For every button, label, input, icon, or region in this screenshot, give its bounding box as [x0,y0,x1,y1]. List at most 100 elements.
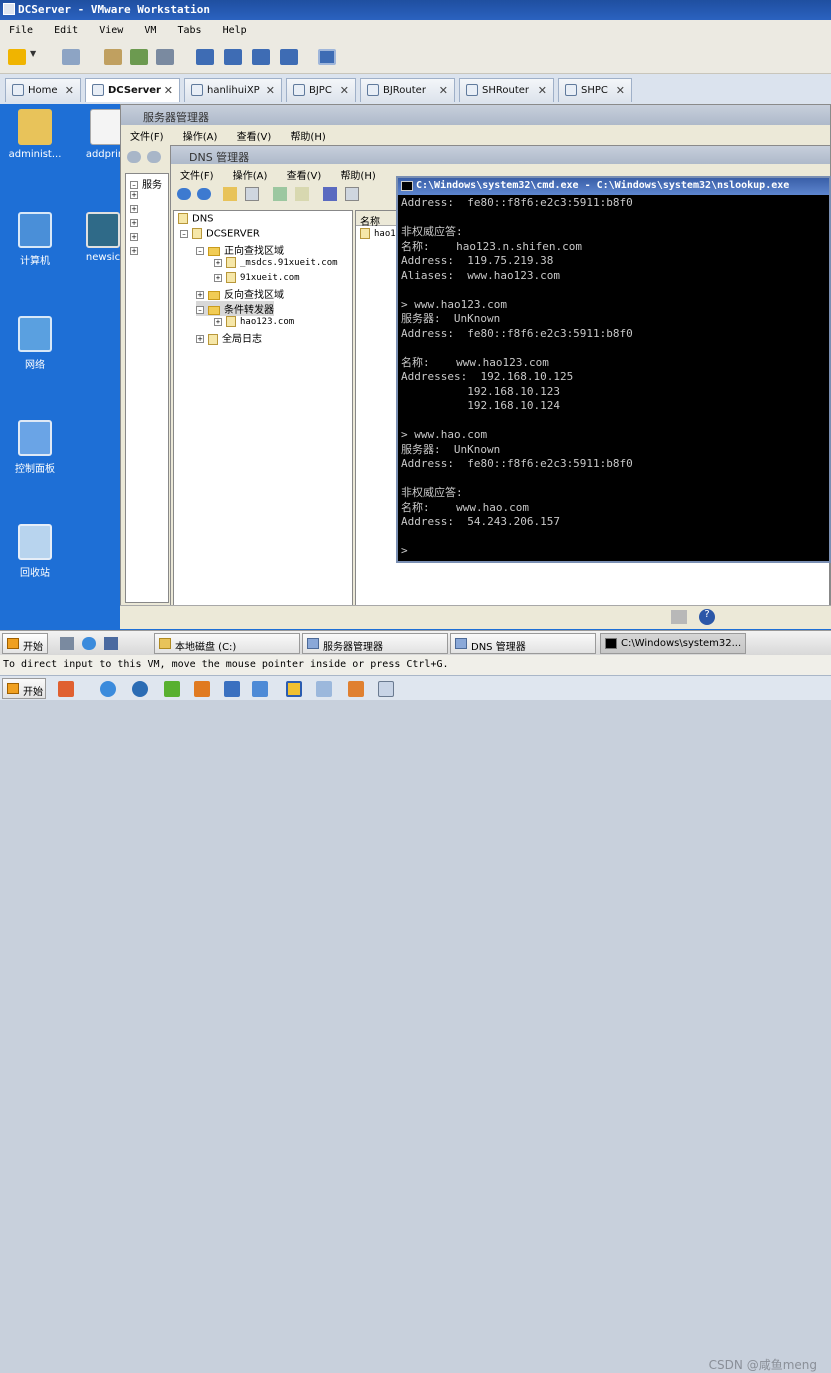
menu-view[interactable]: 查看(V) [278,164,329,182]
app-icon[interactable] [58,681,74,697]
help-icon[interactable] [323,187,337,201]
menu-vm[interactable]: VM [135,20,162,36]
taskbar-button-cmd[interactable]: C:\Windows\system32... [600,633,746,654]
desktop-icon-administrator[interactable]: administ... [0,109,70,160]
log-icon [208,333,218,345]
recycle-bin-icon [18,524,52,560]
tab-home[interactable]: Home ✕ [5,78,81,102]
dns-icon [178,213,188,224]
ie-icon[interactable] [82,637,96,650]
tree-node-dns[interactable]: DNS [192,214,214,225]
help-icon[interactable]: ? [699,609,715,625]
tree-node-forwarder[interactable]: hao123.com [240,317,294,327]
revert-snapshot-icon[interactable] [130,49,148,65]
vmware-icon[interactable] [286,681,302,697]
close-icon[interactable]: ✕ [538,84,547,97]
tree-root-label[interactable]: 服务 [142,180,162,191]
cmd-output[interactable]: Address: fe80::f8f6:e2c3:5911:b8f0 非权威应答… [398,195,829,559]
list-item[interactable]: hao1 [374,229,396,239]
tab-label: Home [28,85,58,96]
snapshot-icon[interactable] [104,49,122,65]
snipping-tool-icon[interactable] [378,681,394,697]
menu-view[interactable]: 查看(V) [228,125,279,143]
menu-help[interactable]: 帮助(H) [281,125,332,143]
refresh-icon[interactable] [273,187,287,201]
close-icon[interactable]: ✕ [340,84,349,97]
menu-file[interactable]: 文件(F) [121,125,171,143]
tree-node-zone[interactable]: _msdcs.91xueit.com [240,258,338,268]
host-start-button[interactable]: 开始 [2,678,46,699]
tab-shpc[interactable]: SHPC ✕ [558,78,632,102]
taskbar-button-local-disk[interactable]: 本地磁盘 (C:) [154,633,300,654]
sidebar-view-icon[interactable] [196,49,214,65]
tab-bjpc[interactable]: BJPC ✕ [286,78,356,102]
vmware-menubar: File Edit View VM Tabs Help [0,20,831,42]
taskbar-button-server-manager[interactable]: 服务器管理器 [302,633,448,654]
menu-tabs[interactable]: Tabs [168,20,207,36]
server-manager-quicklaunch-icon[interactable] [60,637,74,650]
show-desktop-icon[interactable] [104,637,118,650]
tree-node-global-logs[interactable]: 全局日志 [222,334,262,345]
tab-dcserver[interactable]: DCServer ✕ [85,78,180,102]
tree-node-reverse-zones[interactable]: 反向查找区域 [224,290,284,301]
desktop-icon-label: 控制面板 [15,464,55,475]
server-icon [192,228,202,239]
forward-icon[interactable] [147,151,161,163]
back-icon[interactable] [127,151,141,163]
console-view-icon[interactable] [224,49,242,65]
menu-action[interactable]: 操作(A) [224,164,275,182]
vm-icon [565,84,577,96]
close-icon[interactable]: ✕ [439,84,448,97]
back-icon[interactable] [177,188,191,200]
unity-icon[interactable] [280,49,298,65]
window-icon[interactable] [224,681,240,697]
tab-shrouter[interactable]: SHRouter ✕ [459,78,554,102]
menu-edit[interactable]: Edit [45,20,84,36]
desktop-icon-network[interactable]: 网络 [0,316,70,371]
menu-file[interactable]: 文件(F) [171,164,221,182]
menu-file[interactable]: File [0,20,39,36]
tree-node-forward-zones[interactable]: 正向查找区域 [224,246,284,257]
tab-bjrouter[interactable]: BJRouter ✕ [360,78,455,102]
network-icon[interactable] [62,49,80,65]
properties-icon[interactable] [345,187,359,201]
desktop-icon-label: 网络 [25,360,45,371]
tab-hanlihuixp[interactable]: hanlihuiXP ✕ [184,78,282,102]
tool-icon[interactable] [194,681,210,697]
media-player-icon[interactable] [132,681,148,697]
powerpoint-icon[interactable] [348,681,364,697]
desktop-icon-recycle-bin[interactable]: 回收站 [0,524,70,579]
close-icon[interactable]: ✕ [616,84,625,97]
ie-icon[interactable] [100,681,116,697]
close-icon[interactable]: ✕ [164,84,173,97]
tree-node-zone[interactable]: 91xueit.com [240,273,300,283]
show-tree-icon[interactable] [245,187,259,201]
desktop-icon-computer[interactable]: 计算机 [0,212,70,267]
server-manager-statusbar: ? [120,605,831,629]
snapshot-manager-icon[interactable] [156,49,174,65]
desktop-icon-control-panel[interactable]: 控制面板 [0,420,70,475]
menu-view[interactable]: View [90,20,129,36]
browser-icon[interactable] [164,681,180,697]
forward-icon[interactable] [197,188,211,200]
menu-action[interactable]: 操作(A) [174,125,225,143]
fullscreen-icon[interactable] [252,49,270,65]
tree-node-server[interactable]: DCSERVER [206,229,260,240]
menu-help[interactable]: Help [214,20,253,36]
pause-icon[interactable] [8,49,26,65]
remote-desktop-icon[interactable] [252,681,268,697]
control-panel-icon [18,420,52,456]
menu-help[interactable]: 帮助(H) [331,164,382,182]
close-icon[interactable]: ✕ [65,84,74,97]
status-icon[interactable] [671,610,687,624]
autofit-icon[interactable] [318,49,336,65]
settings-icon[interactable] [316,681,332,697]
tree-node-conditional-forwarders[interactable]: 条件转发器 [224,305,274,316]
up-folder-icon[interactable] [223,187,237,201]
close-icon[interactable]: ✕ [266,84,275,97]
chevron-down-icon[interactable]: ▼ [30,49,40,65]
network-icon [18,316,52,352]
start-button[interactable]: 开始 [2,633,48,654]
export-icon[interactable] [295,187,309,201]
taskbar-button-dns-manager[interactable]: DNS 管理器 [450,633,596,654]
